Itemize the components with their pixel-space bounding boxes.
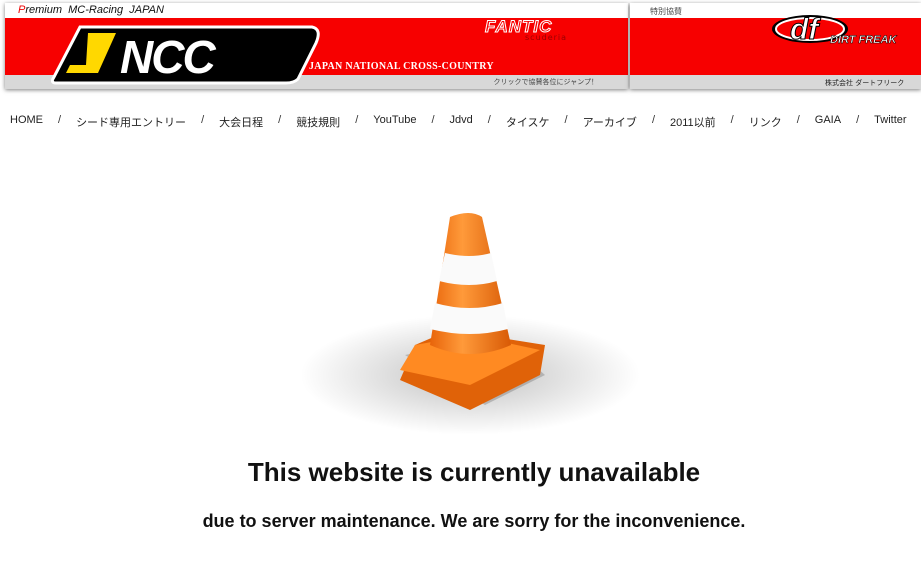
nav-separator: / — [730, 114, 734, 126]
jncc-banner[interactable]: Premium MC-Racing JAPAN NCC JAPAN NATION… — [5, 3, 628, 89]
nav-separator: / — [856, 114, 860, 126]
unavailable-title: This website is currently unavailable — [247, 457, 701, 487]
nav-separator: / — [487, 114, 491, 126]
nav-separator: / — [651, 114, 655, 126]
nav-link-0[interactable]: HOME — [10, 114, 43, 130]
nav-link-2[interactable]: 大会日程 — [219, 114, 263, 130]
dirtfreak-banner[interactable]: 特別協賛 df DIRT FREAK 株式会社 ダートフリーク — [630, 3, 921, 89]
nav-link-9[interactable]: リンク — [749, 114, 782, 130]
nav-separator: / — [355, 114, 359, 126]
tagline-rest: remium MC-Racing JAPAN — [25, 4, 164, 16]
nav-separator: / — [278, 114, 282, 126]
tagline: Premium MC-Racing JAPAN — [18, 4, 164, 16]
nav-link-1[interactable]: シード専用エントリー — [76, 114, 186, 130]
jncc-logo: NCC — [50, 25, 320, 85]
special-sponsor-label: 特別協賛 — [650, 7, 682, 16]
nav-link-8[interactable]: 2011以前 — [670, 114, 716, 130]
nav-link-10[interactable]: GAIA — [815, 114, 841, 130]
fantic-sub: scuderia — [525, 33, 568, 42]
nav-separator: / — [431, 114, 435, 126]
nav-link-7[interactable]: アーカイブ — [583, 114, 637, 130]
nav-link-6[interactable]: タイスケ — [506, 114, 550, 130]
nav-separator: / — [796, 114, 800, 126]
nav-separator: / — [564, 114, 568, 126]
nav-separator: / — [58, 114, 62, 126]
nav-link-5[interactable]: Jdvd — [450, 114, 473, 130]
full-name: JAPAN NATIONAL CROSS-COUNTRY — [309, 61, 494, 72]
nav-separator: / — [201, 114, 205, 126]
nav-link-11[interactable]: Twitter — [874, 114, 906, 130]
maintenance-subtitle: due to server maintenance. We are sorry … — [202, 511, 746, 531]
click-note: クリックで協賛各位にジャンプ！ — [493, 78, 598, 86]
company-name: 株式会社 ダートフリーク — [825, 79, 905, 87]
nav-link-4[interactable]: YouTube — [373, 114, 416, 130]
dirt-freak-text: DIRT FREAK — [830, 34, 897, 47]
main-nav: HOME / シード専用エントリー / 大会日程 / 競技規則 / YouTube / Jdvd / タ… — [10, 114, 907, 130]
nav-link-3[interactable]: 競技規則 — [296, 114, 340, 130]
svg-text:NCC: NCC — [120, 31, 216, 83]
svg-text:df: df — [790, 13, 821, 46]
traffic-cone-icon — [300, 213, 640, 435]
